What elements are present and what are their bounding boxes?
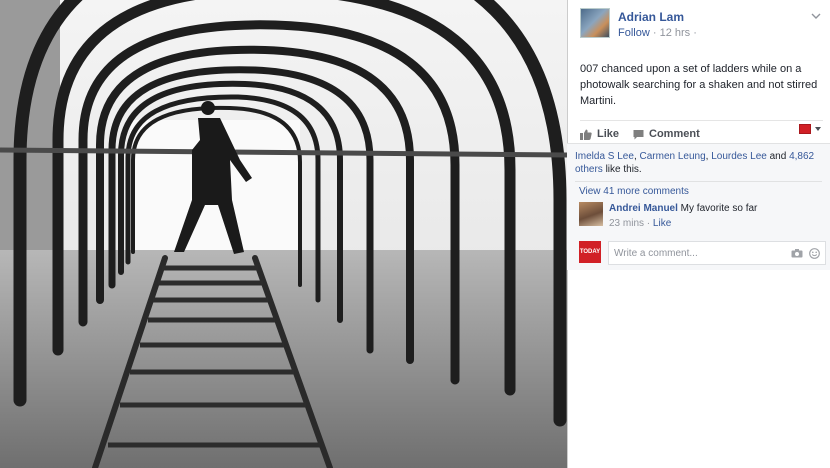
likes-suffix: like this.	[602, 164, 642, 175]
page-logo-text: TODAY	[579, 249, 601, 255]
meta-separator: ·	[652, 27, 657, 39]
liker-link[interactable]: Imelda S Lee	[575, 151, 634, 162]
author-name[interactable]: Adrian Lam	[618, 10, 684, 24]
comment-body: Andrei Manuel My favorite so far	[609, 203, 757, 214]
commenter-avatar[interactable]	[579, 202, 603, 226]
likes-and: and	[766, 151, 790, 162]
like-button[interactable]: Like	[580, 128, 619, 140]
comment-text: My favorite so far	[677, 203, 758, 214]
follow-link[interactable]: Follow	[618, 27, 650, 39]
comment-meta: 23 mins · Like	[609, 218, 671, 229]
camera-icon[interactable]	[791, 249, 803, 258]
comment-button[interactable]: Comment	[633, 128, 700, 140]
comment-author[interactable]: Andrei Manuel	[609, 203, 678, 214]
liker-link[interactable]: Carmen Leung	[640, 151, 706, 162]
comment-label: Comment	[649, 128, 700, 140]
speech-bubble-icon	[633, 129, 644, 139]
comment-meta-sep: ·	[644, 218, 653, 229]
thumbs-up-icon	[580, 129, 592, 140]
post-viewer: Adrian Lam Follow · 12 hrs · 007 chanced…	[0, 0, 830, 468]
view-more-comments-link[interactable]: View 41 more comments	[579, 186, 689, 197]
likes-summary: Imelda S Lee, Carmen Leung, Lourdes Lee …	[575, 150, 825, 176]
like-label: Like	[597, 128, 620, 140]
caret-down-icon	[815, 127, 821, 131]
post-time[interactable]: 12 hrs ·	[660, 27, 697, 39]
post-as-selector[interactable]	[799, 124, 821, 134]
ladder-tunnel-photo	[0, 0, 567, 468]
post-actions: Like Comment	[580, 120, 823, 142]
divider	[575, 181, 822, 182]
author-avatar[interactable]	[580, 8, 610, 38]
page-avatar: TODAY	[579, 241, 601, 263]
post-meta: Follow · 12 hrs ·	[618, 27, 697, 39]
page-logo-small	[799, 124, 811, 134]
post-header: Adrian Lam Follow · 12 hrs ·	[580, 8, 825, 40]
post-photo[interactable]	[0, 0, 567, 468]
comment-input-placeholder: Write a comment...	[614, 247, 698, 259]
emoji-icon[interactable]	[809, 248, 820, 259]
post-text: 007 chanced upon a set of ladders while …	[580, 63, 818, 107]
comment-like-link[interactable]: Like	[653, 218, 671, 229]
liker-link[interactable]: Lourdes Lee	[711, 151, 767, 162]
comment-time[interactable]: 23 mins	[609, 218, 644, 229]
chevron-down-icon[interactable]	[811, 12, 821, 20]
comments-section: Imelda S Lee, Carmen Leung, Lourdes Lee …	[567, 143, 830, 270]
